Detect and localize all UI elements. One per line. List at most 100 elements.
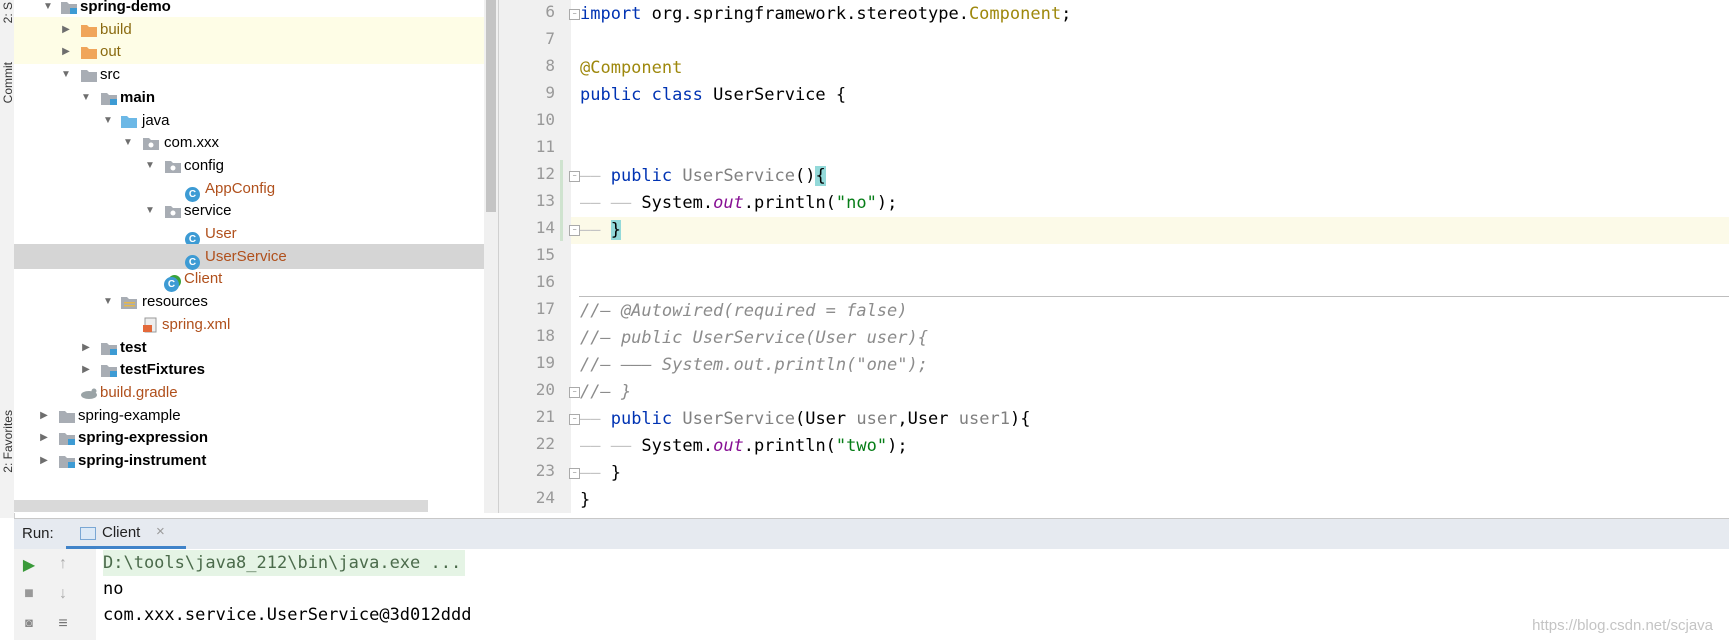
method-separator [579, 296, 1729, 297]
line-number: 22 [535, 434, 555, 453]
tree-item-label: service [184, 202, 232, 220]
tree-item-label: Client [184, 270, 223, 288]
chevron-right-icon[interactable]: ▶ [60, 39, 72, 64]
chevron-right-icon[interactable]: ▶ [60, 17, 72, 42]
structure-tab[interactable]: 2: S [1, 2, 15, 23]
chevron-right-icon[interactable]: ▶ [80, 357, 92, 382]
code-line: —— public UserService(User user,User use… [580, 409, 1031, 429]
chevron-right-icon[interactable]: ▶ [38, 448, 50, 473]
console-line: D:\tools\java8_212\bin\java.exe ... [103, 550, 466, 576]
fold-icon[interactable]: − [569, 468, 580, 479]
line-number: 11 [535, 137, 555, 156]
code-editor[interactable]: import org.springframework.stereotype.Co… [571, 0, 1729, 513]
tree-item[interactable]: ▼ com.xxx [14, 130, 498, 155]
tree-item[interactable]: ▼ java [14, 108, 498, 133]
tree-item[interactable]: ▶ spring-instrument [14, 448, 498, 473]
tree-item[interactable]: C AppConfig [14, 176, 498, 202]
code-line: —— } [580, 463, 621, 483]
tree-item[interactable]: C UserService [14, 243, 498, 270]
favorites-tab[interactable]: 2: Favorites [1, 410, 15, 473]
down-arrow-icon[interactable]: ↓ [52, 585, 74, 603]
class-icon: C [185, 248, 203, 270]
chevron-down-icon[interactable]: ▼ [102, 289, 114, 314]
chevron-down-icon[interactable]: ▼ [102, 108, 114, 133]
tree-item[interactable]: ▼ resources [14, 289, 498, 314]
tree-horizontal-scrollbar[interactable] [14, 500, 428, 512]
module-folder-icon [100, 361, 118, 378]
tree-item[interactable]: spring.xml [14, 312, 498, 337]
fold-icon[interactable]: − [569, 387, 580, 398]
watermark: https://blog.csdn.net/scjava [1532, 617, 1713, 634]
run-tool-column: ▶ ■ ◙ ↑ ↓ ≡ [14, 549, 97, 640]
chevron-down-icon[interactable]: ▼ [60, 62, 72, 87]
line-number: 23 [535, 461, 555, 480]
run-tab-label: Client [102, 524, 141, 541]
code-line: //— @Autowired(required = false) [580, 301, 908, 321]
tree-item[interactable]: C Client [14, 266, 498, 293]
line-number: 9 [545, 83, 555, 102]
line-number: 7 [545, 29, 555, 48]
orange-folder-icon [80, 43, 98, 60]
tree-item-label: build [100, 20, 132, 38]
console-icon [80, 527, 96, 540]
line-number: 10 [535, 110, 555, 129]
rerun-icon[interactable]: ▶ [18, 555, 40, 575]
tree-item-label: src [100, 66, 120, 84]
left-tool-strip: 2: S Commit 2: Favorites [0, 0, 15, 518]
code-line: //— public UserService(User user){ [580, 328, 928, 348]
tree-item[interactable]: ▼ main [14, 85, 498, 110]
chevron-down-icon[interactable]: ▼ [80, 85, 92, 110]
soft-wrap-icon[interactable]: ≡ [52, 615, 74, 633]
chevron-right-icon[interactable]: ▶ [38, 403, 50, 428]
line-number: 14 [535, 218, 555, 237]
tree-item[interactable]: build.gradle [14, 380, 498, 405]
tree-item-label: resources [142, 293, 208, 311]
tree-item-label: spring.xml [162, 315, 231, 333]
chevron-right-icon[interactable]: ▶ [80, 335, 92, 360]
console-line: com.xxx.service.UserService@3d012ddd [103, 605, 472, 625]
tree-item[interactable]: ▶ spring-expression [14, 425, 498, 450]
tree-item[interactable]: ▶ test [14, 335, 498, 360]
fold-icon[interactable]: − [569, 171, 580, 182]
camera-icon[interactable]: ◙ [18, 615, 40, 630]
close-icon[interactable]: × [156, 523, 165, 540]
tree-item-label: java [142, 111, 170, 129]
tree-item[interactable]: C User [14, 221, 498, 247]
tree-item-label: config [184, 156, 225, 174]
chevron-right-icon[interactable]: ▶ [38, 425, 50, 450]
fold-icon[interactable]: − [569, 225, 580, 236]
tree-item[interactable]: ▶ build [14, 16, 498, 42]
class-icon: C [185, 180, 203, 202]
tree-item[interactable]: ▶ spring-example [14, 403, 498, 428]
tree-item[interactable]: ▶ testFixtures [14, 357, 498, 382]
tree-item-label: spring-expression [78, 429, 209, 447]
fold-icon[interactable]: − [569, 9, 580, 20]
tree-item-label: main [120, 88, 156, 106]
package-icon [142, 134, 160, 151]
chevron-down-icon[interactable]: ▼ [122, 130, 134, 155]
fold-icon[interactable]: − [569, 414, 580, 425]
chevron-down-icon[interactable]: ▼ [144, 153, 156, 178]
line-number: 21 [535, 407, 555, 426]
tree-scroll-thumb[interactable] [486, 0, 496, 212]
stop-icon[interactable]: ■ [18, 585, 40, 603]
up-arrow-icon[interactable]: ↑ [52, 555, 74, 573]
tree-item[interactable]: ▶ out [14, 39, 498, 65]
console-output[interactable]: D:\tools\java8_212\bin\java.exe ... no c… [96, 549, 1729, 640]
tree-item[interactable]: ▼ src [14, 62, 498, 87]
code-line: //— } [580, 382, 632, 402]
chevron-down-icon[interactable]: ▼ [144, 198, 156, 223]
line-number: 19 [535, 353, 555, 372]
package-icon [164, 157, 182, 173]
project-tree: ▼ spring-demo ▶ build ▶ out ▼ src ▼ main ▼ java ▼ com… [14, 0, 498, 513]
commit-tab[interactable]: Commit [1, 62, 15, 103]
tree-item-label: AppConfig [205, 179, 276, 197]
run-tab-client[interactable]: Client × [66, 519, 186, 549]
tree-item[interactable]: ▼ service [14, 198, 498, 223]
tree-item-label: spring-example [78, 406, 181, 424]
module-folder-icon [58, 452, 76, 468]
line-number: 17 [535, 299, 555, 318]
tree-item[interactable]: ▼ config [14, 153, 498, 178]
